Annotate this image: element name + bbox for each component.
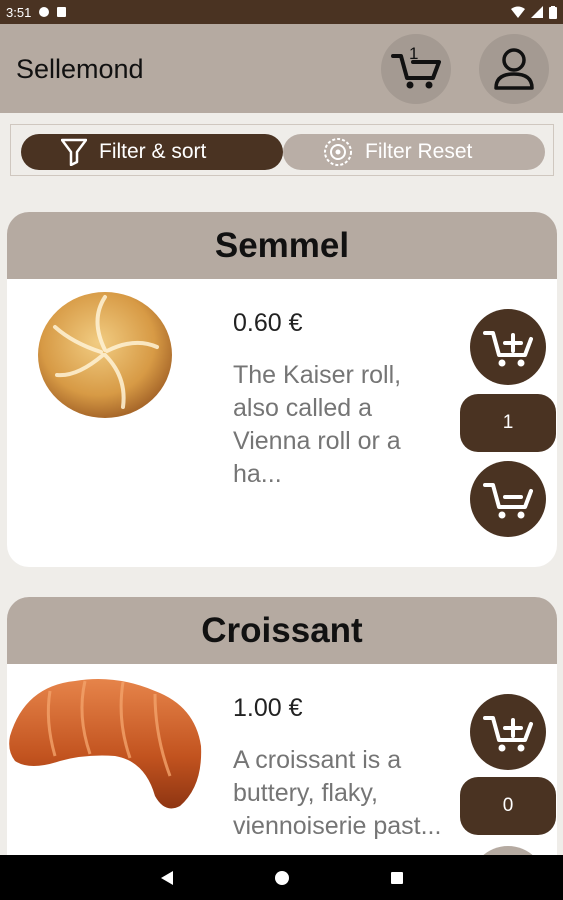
recents-icon[interactable]	[390, 871, 404, 885]
app-bar: Sellemond 1	[0, 24, 563, 113]
filter-bar: Filter & sort Filter Reset	[10, 124, 554, 176]
sim-icon	[57, 7, 67, 17]
add-to-cart-button[interactable]	[470, 309, 546, 385]
app-title: Sellemond	[16, 54, 144, 84]
product-description: A croissant is a buttery, flaky, viennoi…	[233, 746, 442, 840]
quantity-display: 0	[460, 777, 556, 835]
battery-icon	[549, 5, 557, 19]
back-icon[interactable]	[160, 870, 174, 886]
status-time: 3:51	[6, 4, 32, 20]
reset-icon	[323, 137, 353, 167]
cart-add-icon	[483, 716, 533, 752]
product-description: The Kaiser roll, also called a Vienna ro…	[233, 361, 402, 488]
product-card: Semmel 0.60 € The Kaiser roll, also call…	[7, 212, 557, 567]
quantity-display: 1	[460, 394, 556, 452]
wifi-icon	[511, 6, 525, 18]
system-nav-bar	[0, 855, 563, 900]
product-name: Croissant	[7, 597, 557, 664]
filter-sort-label: Filter & sort	[99, 140, 207, 163]
remove-from-cart-button[interactable]	[470, 461, 546, 537]
add-to-cart-button[interactable]	[470, 694, 546, 770]
filter-reset-button[interactable]: Filter Reset	[283, 134, 545, 170]
cart-button[interactable]: 1	[381, 34, 451, 104]
funnel-icon	[61, 138, 87, 166]
product-price: 1.00 €	[233, 694, 303, 722]
semmel-image	[38, 292, 172, 418]
profile-button[interactable]	[479, 34, 549, 104]
user-icon	[494, 48, 534, 90]
cart-count-badge: 1	[409, 44, 419, 63]
status-bar: 3:51	[0, 0, 563, 24]
filter-sort-button[interactable]: Filter & sort	[21, 134, 283, 170]
filter-reset-label: Filter Reset	[365, 140, 473, 163]
home-icon[interactable]	[274, 870, 290, 886]
signal-icon	[531, 6, 543, 18]
product-card: Croissant 1.00 € A croissant is a butter…	[7, 597, 557, 897]
cart-remove-icon	[483, 483, 533, 519]
product-name: Semmel	[7, 212, 557, 279]
croissant-image	[9, 678, 202, 809]
notification-icon	[39, 7, 50, 17]
product-price: 0.60 €	[233, 309, 303, 337]
cart-add-icon	[483, 331, 533, 367]
